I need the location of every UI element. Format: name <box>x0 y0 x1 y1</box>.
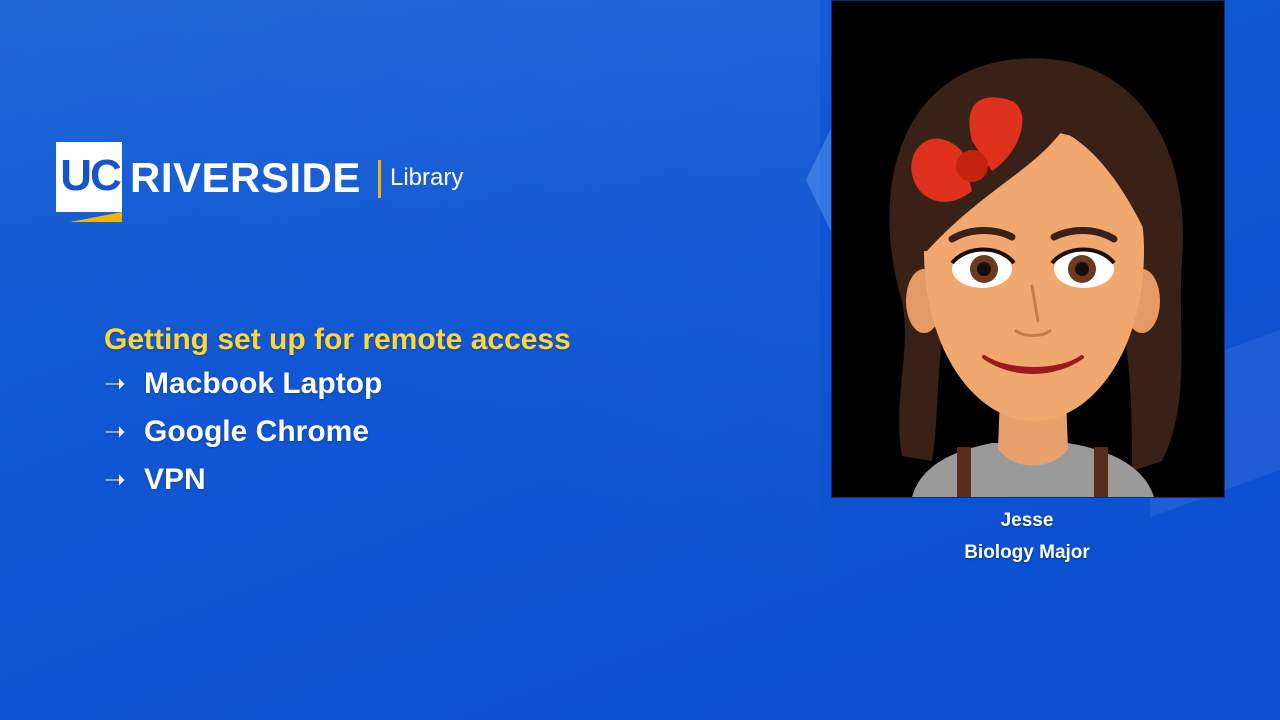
logo-badge-text: UC <box>60 151 122 200</box>
bullet-item-vpn: ➝ VPN <box>104 456 382 504</box>
logo-unit-label: Library <box>390 164 464 191</box>
presenter-name: Jesse <box>1000 510 1054 531</box>
ucr-library-logo: UC RIVERSIDE Library <box>56 142 463 226</box>
arrow-right-icon: ➝ <box>104 417 126 447</box>
arrow-right-icon: ➝ <box>104 369 126 399</box>
bullet-label: Macbook Laptop <box>144 367 383 400</box>
bullet-item-chrome: ➝ Google Chrome <box>104 408 382 456</box>
presenter-video-tile <box>831 0 1225 498</box>
bullet-list: ➝ Macbook Laptop ➝ Google Chrome ➝ VPN <box>104 360 382 504</box>
arrow-right-icon: ➝ <box>104 465 126 495</box>
logo-divider <box>378 160 381 198</box>
bullet-label: VPN <box>144 463 206 496</box>
slide-heading: Getting set up for remote access <box>104 323 571 356</box>
bitmoji-avatar-icon <box>832 1 1224 497</box>
bullet-label: Google Chrome <box>144 415 370 448</box>
logo-wordmark: RIVERSIDE <box>130 154 361 201</box>
bullet-item-macbook: ➝ Macbook Laptop <box>104 360 382 408</box>
presenter-role: Biology Major <box>964 542 1090 563</box>
logo-swoosh <box>70 202 122 222</box>
